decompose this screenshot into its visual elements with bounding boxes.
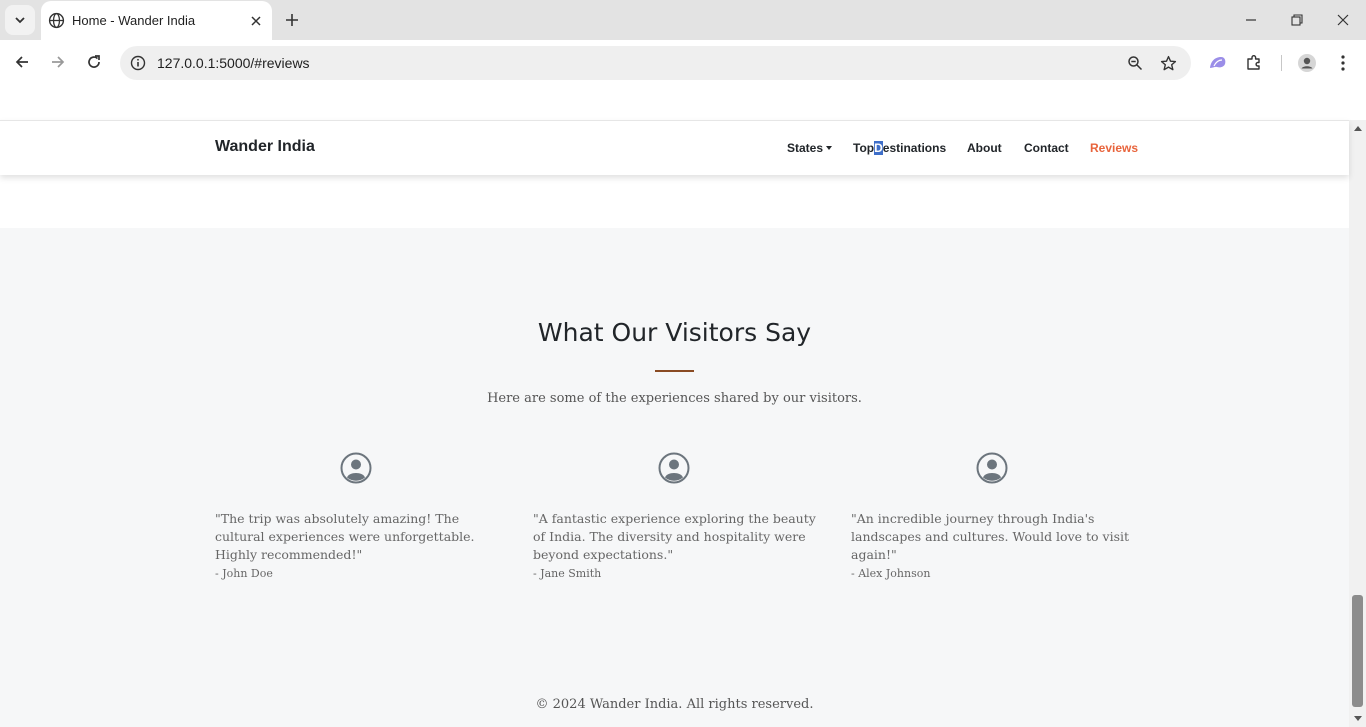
zoom-button[interactable] [1125,53,1145,73]
url-text[interactable]: 127.0.0.1:5000/#reviews [157,55,310,71]
bookmark-button[interactable] [1158,53,1178,73]
toolbar-divider [1281,55,1282,71]
review-quote: "A fantastic experience exploring the be… [533,511,816,562]
site-footer: © 2024 Wander India. All rights reserved… [535,697,814,712]
reload-icon [88,55,100,68]
restore-icon [1291,14,1303,26]
nav-reviews[interactable]: Reviews [1090,141,1138,155]
kebab-menu-icon [1341,55,1345,71]
nav-states-label: States [787,141,824,155]
site-info-button[interactable] [127,52,149,74]
reload-button[interactable] [80,48,108,76]
tab-title: Home - Wander India [72,13,196,28]
nav-top-destinations[interactable]: TopDestinations [853,141,946,155]
zoom-icon [1128,56,1143,71]
forward-button[interactable] [44,48,72,76]
review-author: - Alex Johnson [851,567,931,580]
page-scrollbar[interactable] [1349,120,1366,727]
scroll-up-arrow-icon[interactable] [1354,126,1362,131]
nav-top-suffix: estinations [882,141,947,155]
reviews-section: What Our Visitors Say Here are some of t… [0,228,1349,727]
restore-button[interactable] [1274,0,1320,40]
extension-button[interactable] [1206,51,1230,75]
nav-about[interactable]: About [967,141,1002,155]
caret-down-icon [826,145,833,150]
nav-contact[interactable]: Contact [1024,141,1069,155]
tab-close-button[interactable] [247,12,264,29]
review-author: - John Doe [215,567,273,580]
arrow-left-icon [15,56,28,68]
chevron-down-icon [15,17,25,24]
address-bar[interactable]: 127.0.0.1:5000/#reviews [120,46,1191,80]
plus-icon [286,14,298,26]
arrow-right-icon [52,56,65,68]
extensions-menu-button[interactable] [1242,51,1266,75]
new-tab-button[interactable] [282,10,302,30]
browser-tab-strip: Home - Wander India [0,0,1366,40]
globe-icon [48,12,65,29]
nav-top-prefix: Top [853,141,875,155]
section-subtitle: Here are some of the experiences shared … [487,391,862,406]
review-author: - Jane Smith [533,567,602,580]
browser-toolbar: 127.0.0.1:5000/#reviews [0,40,1366,85]
review-quote: "The trip was absolutely amazing! The cu… [215,511,475,562]
review-quote: "An incredible journey through India's l… [851,511,1130,562]
puzzle-icon [1247,55,1260,70]
tab-search-button[interactable] [5,5,35,35]
scrollbar-thumb[interactable] [1352,595,1363,707]
page-viewport: Wander India States TopDestinations Abou… [0,85,1366,727]
info-icon [130,55,146,71]
back-button[interactable] [8,48,36,76]
profile-button[interactable] [1295,51,1319,75]
star-icon [1160,55,1176,70]
site-navbar: Wander India States TopDestinations Abou… [0,120,1349,175]
close-window-button[interactable] [1320,0,1366,40]
close-icon [1337,14,1349,26]
user-circle-icon [658,452,690,484]
scroll-down-arrow-icon[interactable] [1354,716,1362,721]
text-selection-highlight: D [874,141,883,155]
section-title: What Our Visitors Say [537,318,812,347]
profile-icon [1298,54,1316,72]
user-circle-icon [976,452,1008,484]
extension-icon [1210,57,1226,68]
browser-tab[interactable]: Home - Wander India [41,1,272,40]
close-icon [250,15,261,26]
minimize-icon [1246,19,1256,21]
title-divider [655,370,694,372]
browser-menu-button[interactable] [1331,51,1355,75]
user-circle-icon [340,452,372,484]
nav-states[interactable]: States [787,141,833,155]
minimize-button[interactable] [1228,0,1274,40]
site-brand[interactable]: Wander India [215,138,315,156]
